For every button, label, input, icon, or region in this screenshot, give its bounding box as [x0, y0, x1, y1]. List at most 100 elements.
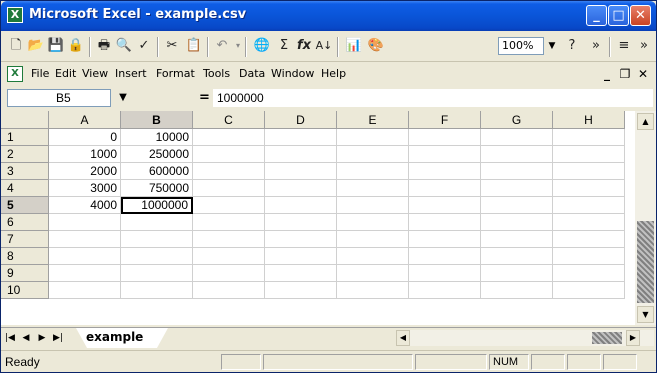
- cell-g1[interactable]: [481, 129, 553, 146]
- cell-a4[interactable]: 3000: [49, 180, 121, 197]
- print-preview-icon[interactable]: 🔍: [115, 37, 133, 55]
- toolbar-options-icon[interactable]: »: [587, 37, 605, 55]
- cell-h3[interactable]: [553, 163, 625, 180]
- paste-icon[interactable]: 📋: [185, 37, 203, 55]
- column-header-h[interactable]: H: [553, 111, 625, 129]
- previous-sheet-icon[interactable]: ◀: [19, 330, 33, 346]
- workbook-icon[interactable]: X: [7, 66, 23, 82]
- menu-edit[interactable]: Edit: [55, 67, 76, 80]
- workbook-close-button[interactable]: ✕: [635, 66, 651, 82]
- cell-e7[interactable]: [337, 231, 409, 248]
- cell-b4[interactable]: 750000: [121, 180, 193, 197]
- cell-b6[interactable]: [121, 214, 193, 231]
- cell-a10[interactable]: [49, 282, 121, 299]
- cell-d1[interactable]: [265, 129, 337, 146]
- column-header-e[interactable]: E: [337, 111, 409, 129]
- cell-e10[interactable]: [337, 282, 409, 299]
- cell-f9[interactable]: [409, 265, 481, 282]
- cell-f5[interactable]: [409, 197, 481, 214]
- hyperlink-icon[interactable]: 🌐: [253, 37, 271, 55]
- cell-f4[interactable]: [409, 180, 481, 197]
- menu-view[interactable]: View: [82, 67, 108, 80]
- cell-f7[interactable]: [409, 231, 481, 248]
- cell-e1[interactable]: [337, 129, 409, 146]
- row-header-4[interactable]: 4: [1, 180, 49, 197]
- cell-a8[interactable]: [49, 248, 121, 265]
- cell-f2[interactable]: [409, 146, 481, 163]
- zoom-box[interactable]: 100%: [498, 37, 544, 55]
- name-box-dropdown-icon[interactable]: ▼: [115, 89, 131, 107]
- column-header-a[interactable]: A: [49, 111, 121, 129]
- cell-c5[interactable]: [193, 197, 265, 214]
- cell-h4[interactable]: [553, 180, 625, 197]
- cell-a7[interactable]: [49, 231, 121, 248]
- open-icon[interactable]: 📂: [27, 37, 45, 55]
- cell-b2[interactable]: 250000: [121, 146, 193, 163]
- cell-d5[interactable]: [265, 197, 337, 214]
- autosum-icon[interactable]: Σ: [275, 37, 293, 55]
- cell-c1[interactable]: [193, 129, 265, 146]
- cell-d9[interactable]: [265, 265, 337, 282]
- cell-f1[interactable]: [409, 129, 481, 146]
- menu-insert[interactable]: Insert: [115, 67, 147, 80]
- cell-d6[interactable]: [265, 214, 337, 231]
- workbook-minimize-button[interactable]: _: [599, 66, 615, 82]
- menu-tools[interactable]: Tools: [203, 67, 230, 80]
- column-header-d[interactable]: D: [265, 111, 337, 129]
- cell-e5[interactable]: [337, 197, 409, 214]
- cell-d7[interactable]: [265, 231, 337, 248]
- cell-a9[interactable]: [49, 265, 121, 282]
- cell-b7[interactable]: [121, 231, 193, 248]
- new-icon[interactable]: 🗋: [7, 37, 25, 55]
- cell-g3[interactable]: [481, 163, 553, 180]
- cell-c7[interactable]: [193, 231, 265, 248]
- cell-g2[interactable]: [481, 146, 553, 163]
- column-header-f[interactable]: F: [409, 111, 481, 129]
- align-left-icon[interactable]: ≡: [615, 37, 633, 55]
- chart-wizard-icon[interactable]: 📊: [345, 37, 363, 55]
- cell-h1[interactable]: [553, 129, 625, 146]
- cut-icon[interactable]: ✂: [163, 37, 181, 55]
- cell-h9[interactable]: [553, 265, 625, 282]
- name-box[interactable]: B5: [7, 89, 111, 107]
- cell-c9[interactable]: [193, 265, 265, 282]
- cell-c3[interactable]: [193, 163, 265, 180]
- vertical-scroll-thumb[interactable]: [637, 221, 654, 303]
- cell-a3[interactable]: 2000: [49, 163, 121, 180]
- spelling-icon[interactable]: ✓: [135, 37, 153, 55]
- function-icon[interactable]: fx: [295, 37, 313, 55]
- spreadsheet-grid[interactable]: A B C D E F G H 1 0 10000 2 1000 250000 3 2000 600000 4 30…: [1, 111, 635, 325]
- cell-b8[interactable]: [121, 248, 193, 265]
- cell-b5[interactable]: 1000000: [121, 197, 193, 214]
- horizontal-scroll-thumb[interactable]: [592, 332, 622, 344]
- scroll-down-icon[interactable]: ▼: [637, 306, 654, 323]
- scroll-up-icon[interactable]: ▲: [637, 113, 654, 130]
- cell-c4[interactable]: [193, 180, 265, 197]
- cell-b3[interactable]: 600000: [121, 163, 193, 180]
- column-header-c[interactable]: C: [193, 111, 265, 129]
- scroll-left-icon[interactable]: ◀: [396, 330, 410, 346]
- cell-d10[interactable]: [265, 282, 337, 299]
- cell-g8[interactable]: [481, 248, 553, 265]
- menu-data[interactable]: Data: [239, 67, 265, 80]
- cell-g4[interactable]: [481, 180, 553, 197]
- cell-c6[interactable]: [193, 214, 265, 231]
- cell-e2[interactable]: [337, 146, 409, 163]
- cell-g9[interactable]: [481, 265, 553, 282]
- last-sheet-icon[interactable]: ▶|: [51, 330, 65, 346]
- cell-g5[interactable]: [481, 197, 553, 214]
- row-header-6[interactable]: 6: [1, 214, 49, 231]
- row-header-3[interactable]: 3: [1, 163, 49, 180]
- row-header-1[interactable]: 1: [1, 129, 49, 146]
- cell-d4[interactable]: [265, 180, 337, 197]
- zoom-dropdown-icon[interactable]: ▼: [546, 37, 558, 55]
- maximize-button[interactable]: □: [608, 5, 629, 26]
- cell-c8[interactable]: [193, 248, 265, 265]
- cell-e8[interactable]: [337, 248, 409, 265]
- cell-g6[interactable]: [481, 214, 553, 231]
- menu-window[interactable]: Window: [271, 67, 314, 80]
- row-header-10[interactable]: 10: [1, 282, 49, 299]
- cell-f8[interactable]: [409, 248, 481, 265]
- minimize-button[interactable]: _: [586, 5, 607, 26]
- cell-d8[interactable]: [265, 248, 337, 265]
